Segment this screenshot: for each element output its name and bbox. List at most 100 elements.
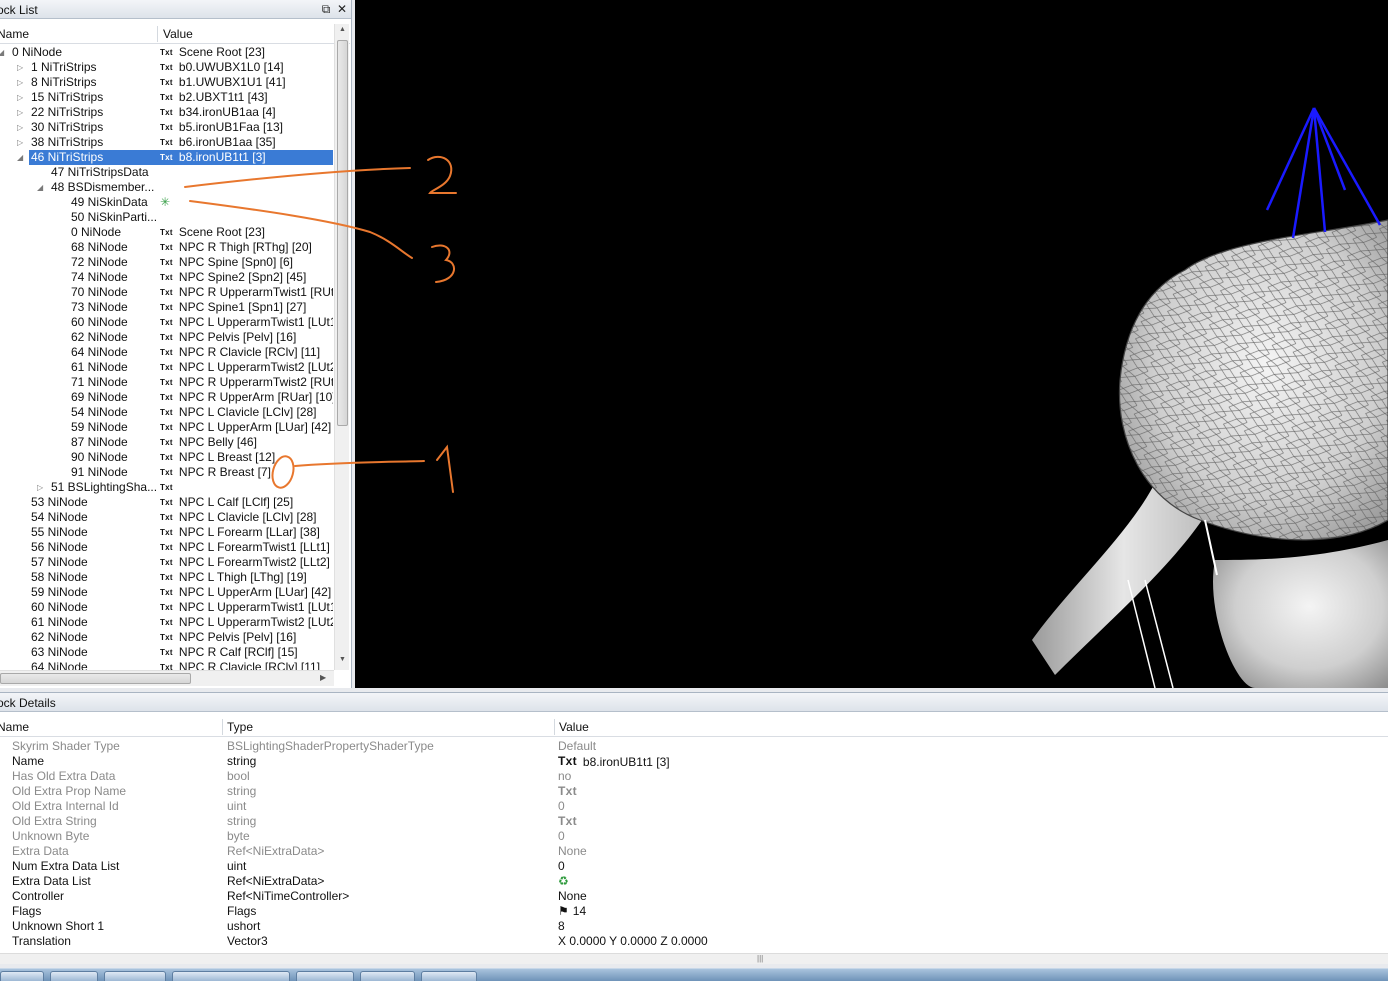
details-row-value-text: X 0.0000 Y 0.0000 Z 0.0000 bbox=[558, 934, 708, 948]
annotation-label-3: 3 bbox=[458, 283, 459, 285]
taskbar bbox=[0, 968, 1388, 981]
details-row-value-text: None bbox=[558, 844, 587, 858]
details-row-type: ushort bbox=[227, 919, 261, 933]
details-row-type: Vector3 bbox=[227, 934, 268, 948]
annotation-overlay: 1 2 3 bbox=[184, 155, 459, 495]
taskbar-item[interactable] bbox=[360, 971, 415, 981]
details-row-name: Old Extra String bbox=[12, 814, 97, 828]
annotation-digit-1-shape bbox=[436, 444, 454, 493]
details-row[interactable]: Name string Txt b8.ironUB1t1 [3] bbox=[0, 754, 1388, 769]
details-row-type: string bbox=[227, 784, 257, 798]
details-row-value-text: 8 bbox=[558, 919, 565, 933]
details-row-value[interactable]: X 0.0000 Y 0.0000 Z 0.0000 bbox=[558, 934, 708, 949]
taskbar-item[interactable] bbox=[104, 971, 166, 981]
details-row-name: Name bbox=[12, 754, 45, 768]
details-row-name: Skyrim Shader Type bbox=[12, 739, 120, 753]
details-row-name: Has Old Extra Data bbox=[12, 769, 116, 783]
details-row-type: bool bbox=[227, 769, 250, 783]
details-column-value[interactable]: Value bbox=[559, 720, 589, 734]
details-row-value-text: Default bbox=[558, 739, 597, 753]
details-row-type: byte bbox=[227, 829, 250, 843]
details-row-value-text: 0 bbox=[558, 859, 565, 873]
details-row-value[interactable]: 0 bbox=[558, 859, 565, 874]
details-row-name: Old Extra Prop Name bbox=[12, 784, 127, 798]
details-row-type: BSLightingShaderPropertyShaderType bbox=[227, 739, 434, 753]
details-row-value[interactable]: no bbox=[558, 769, 571, 784]
taskbar-item[interactable] bbox=[421, 971, 477, 981]
annotation-digit-3-shape bbox=[431, 244, 455, 283]
details-column-name[interactable]: Name bbox=[0, 720, 29, 734]
details-row-value-text: b8.ironUB1t1 [3] bbox=[582, 755, 670, 769]
details-row-value[interactable]: Txt bbox=[558, 784, 583, 800]
details-row-name: Extra Data List bbox=[12, 874, 91, 888]
details-row-type: uint bbox=[227, 799, 247, 813]
block-details-panel: ock Details Name Type Value Skyrim Shade… bbox=[0, 692, 1388, 964]
details-row-name: Controller bbox=[12, 889, 65, 903]
block-details-header: Name Type Value bbox=[0, 717, 1388, 737]
details-row-type: Flags bbox=[227, 904, 257, 918]
taskbar-item[interactable] bbox=[296, 971, 354, 981]
annotation-line-1 bbox=[294, 460, 425, 467]
annotation-line-3 bbox=[189, 200, 413, 259]
details-row-type: Ref<NiTimeController> bbox=[227, 889, 350, 903]
details-row-value[interactable]: Default bbox=[558, 739, 596, 754]
details-row[interactable]: Old Extra Internal Id uint 0 bbox=[0, 799, 1388, 814]
details-row-value[interactable]: None bbox=[558, 844, 587, 859]
details-row-value[interactable]: Txt b8.ironUB1t1 [3] bbox=[558, 754, 670, 770]
details-row-name: Extra Data bbox=[12, 844, 69, 858]
flag-icon[interactable]: ⚑ bbox=[558, 904, 569, 918]
details-row-value-text: None bbox=[558, 889, 587, 903]
details-row-type: uint bbox=[227, 859, 247, 873]
block-details-title: ock Details bbox=[0, 696, 56, 710]
taskbar-item[interactable] bbox=[172, 971, 290, 981]
details-horizontal-scrollbar[interactable]: ||| bbox=[0, 953, 1388, 964]
details-row-name: Unknown Byte bbox=[12, 829, 90, 843]
details-row[interactable]: Unknown Byte byte 0 bbox=[0, 829, 1388, 844]
details-row[interactable]: Extra Data Ref<NiExtraData> None bbox=[0, 844, 1388, 859]
details-row[interactable]: Old Extra String string Txt bbox=[0, 814, 1388, 829]
details-row-value-text: 0 bbox=[558, 829, 565, 843]
details-row-value-text: 14 bbox=[572, 904, 587, 918]
details-row[interactable]: Skyrim Shader Type BSLightingShaderProper… bbox=[0, 739, 1388, 754]
scroll-grip-icon[interactable]: ||| bbox=[757, 954, 763, 963]
annotation-label-1: 1 bbox=[452, 493, 453, 495]
details-row[interactable]: Extra Data List Ref<NiExtraData> ♻ bbox=[0, 874, 1388, 889]
details-row-value[interactable]: ♻ bbox=[558, 874, 569, 889]
taskbar-item[interactable] bbox=[50, 971, 98, 981]
start-button[interactable] bbox=[0, 971, 44, 981]
annotation-circle bbox=[271, 455, 295, 489]
details-row-value[interactable]: ⚑ 14 bbox=[558, 904, 586, 919]
details-row-type: Ref<NiExtraData> bbox=[227, 844, 325, 858]
details-row[interactable]: Unknown Short 1 ushort 8 bbox=[0, 919, 1388, 934]
block-details-titlebar: ock Details bbox=[0, 693, 1388, 712]
annotation-label-2: 2 bbox=[456, 195, 457, 197]
txt-badge-icon: Txt bbox=[558, 814, 577, 828]
details-row-name: Unknown Short 1 bbox=[12, 919, 105, 933]
details-row-value-text: no bbox=[558, 769, 572, 783]
details-column-type[interactable]: Type bbox=[227, 720, 253, 734]
details-row-value-text: 0 bbox=[558, 799, 565, 813]
details-row-name: Old Extra Internal Id bbox=[12, 799, 119, 813]
details-row[interactable]: Old Extra Prop Name string Txt bbox=[0, 784, 1388, 799]
list-refresh-icon[interactable]: ♻ bbox=[558, 874, 569, 888]
details-row-name: Translation bbox=[12, 934, 71, 948]
details-row-value[interactable]: 8 bbox=[558, 919, 565, 934]
details-row-value[interactable]: None bbox=[558, 889, 587, 904]
details-row-type: string bbox=[227, 754, 257, 768]
details-row-type: Ref<NiExtraData> bbox=[227, 874, 325, 888]
details-row-value[interactable]: Txt bbox=[558, 814, 583, 830]
details-row[interactable]: Flags Flags ⚑ 14 bbox=[0, 904, 1388, 919]
annotation-line-2 bbox=[184, 167, 411, 188]
details-row[interactable]: Translation Vector3 X 0.0000 Y 0.0000 Z 0.… bbox=[0, 934, 1388, 949]
annotation-digit-2-shape bbox=[427, 155, 457, 194]
details-row[interactable]: Has Old Extra Data bool no bbox=[0, 769, 1388, 784]
details-row-name: Flags bbox=[12, 904, 42, 918]
txt-badge-icon: Txt bbox=[558, 754, 577, 768]
txt-badge-icon: Txt bbox=[558, 784, 577, 798]
details-row[interactable]: Controller Ref<NiTimeController> None bbox=[0, 889, 1388, 904]
details-row-name: Num Extra Data List bbox=[12, 859, 120, 873]
details-row-type: string bbox=[227, 814, 257, 828]
details-row-value[interactable]: 0 bbox=[558, 799, 565, 814]
details-row[interactable]: Num Extra Data List uint 0 bbox=[0, 859, 1388, 874]
details-row-value[interactable]: 0 bbox=[558, 829, 565, 844]
